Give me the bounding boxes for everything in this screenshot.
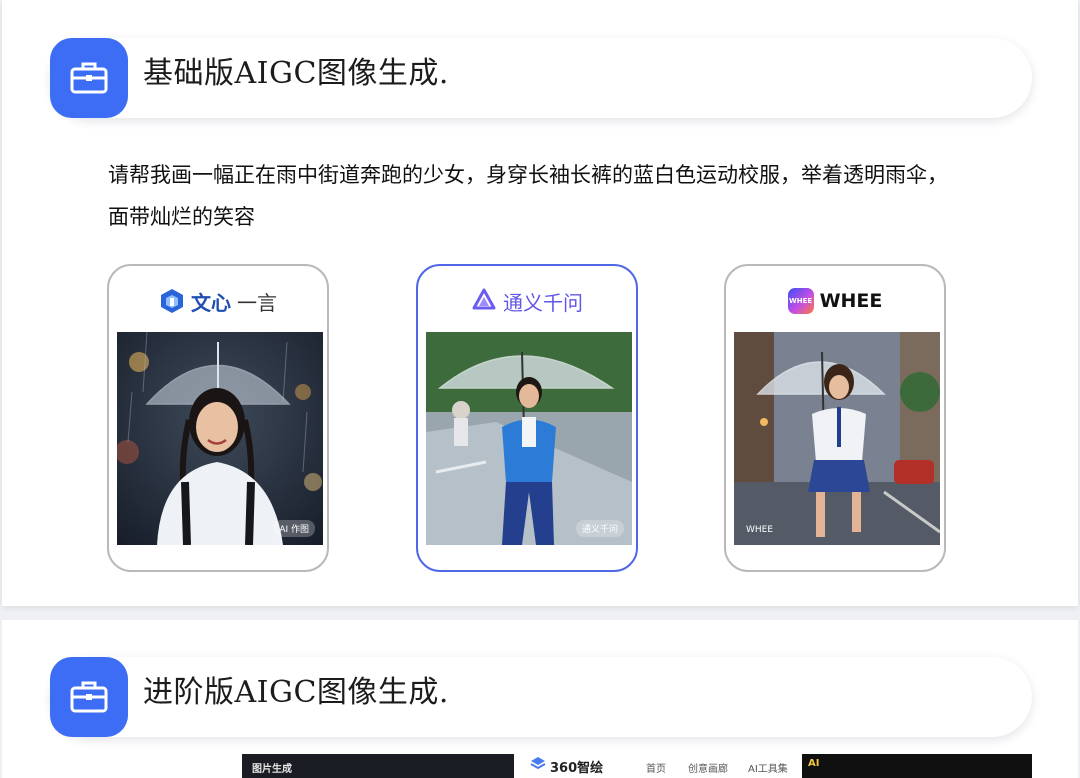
model-card-tongyi[interactable]: 通义千问 通义千问 — [416, 264, 638, 572]
brand-name-part2: 一言 — [237, 290, 277, 315]
prompt-text: 请帮我画一幅正在雨中街道奔跑的少女，身穿长袖长裤的蓝白色运动校服，举着透明雨伞，… — [108, 163, 948, 229]
model-card-whee[interactable]: WHEE WHEE WHEE — [724, 264, 946, 572]
preview-screenshot-360[interactable]: 360智绘 首页 创意画廊 AI工具集 — [514, 754, 802, 778]
preview-nav-home[interactable]: 首页 — [646, 760, 666, 775]
360-logo-icon — [530, 756, 546, 773]
brand-name: WHEE — [819, 290, 883, 312]
preview-nav-tools[interactable]: AI工具集 — [748, 760, 788, 775]
tongyi-logo-icon — [472, 288, 496, 310]
section-card-basic: 基础版AIGC图像生成. 请帮我画一幅正在雨中街道奔跑的少女，身穿长袖长裤的蓝白… — [2, 0, 1078, 606]
section-title: 进阶版AIGC图像生成. — [143, 675, 449, 710]
whee-logo-icon: WHEE — [787, 288, 814, 314]
watermark-wenxin: AI 作图 — [273, 520, 315, 537]
preview-nav-gallery[interactable]: 创意画廊 — [688, 760, 728, 775]
briefcase-icon — [50, 38, 128, 118]
preview-right-logo: AI — [808, 758, 820, 769]
model-card-wenxin[interactable]: 文心 一言 AI 作图 — [107, 264, 329, 572]
preview-screenshot-left[interactable]: 图片生成 — [242, 754, 514, 778]
briefcase-icon — [50, 657, 128, 737]
preview-screenshot-right[interactable]: AI — [802, 754, 1032, 778]
generated-image-wenxin[interactable]: AI 作图 — [117, 332, 323, 545]
section-title: 基础版AIGC图像生成. — [143, 56, 449, 91]
brand-name: 通义千问 — [503, 290, 583, 315]
watermark-whee: WHEE — [746, 525, 774, 535]
section-card-advanced: 进阶版AIGC图像生成. 图片生成 360智绘 首页 创意画廊 AI工具集 AI — [2, 620, 1078, 778]
generated-image-tongyi[interactable]: 通义千问 — [426, 332, 632, 545]
section-header-advanced: 进阶版AIGC图像生成. — [50, 657, 1032, 737]
brand-whee: WHEE WHEE — [726, 286, 944, 316]
generated-image-whee[interactable]: WHEE — [734, 332, 940, 545]
wenxin-logo-icon — [161, 289, 183, 313]
brand-wenxin: 文心 一言 — [109, 286, 327, 316]
preview-brand-360: 360智绘 — [550, 761, 604, 776]
section-header-basic: 基础版AIGC图像生成. — [50, 38, 1032, 118]
preview-left-label: 图片生成 — [252, 764, 292, 775]
brand-tongyi: 通义千问 — [418, 286, 636, 316]
watermark-tongyi: 通义千问 — [575, 520, 624, 537]
brand-name-part1: 文心 — [191, 290, 231, 315]
